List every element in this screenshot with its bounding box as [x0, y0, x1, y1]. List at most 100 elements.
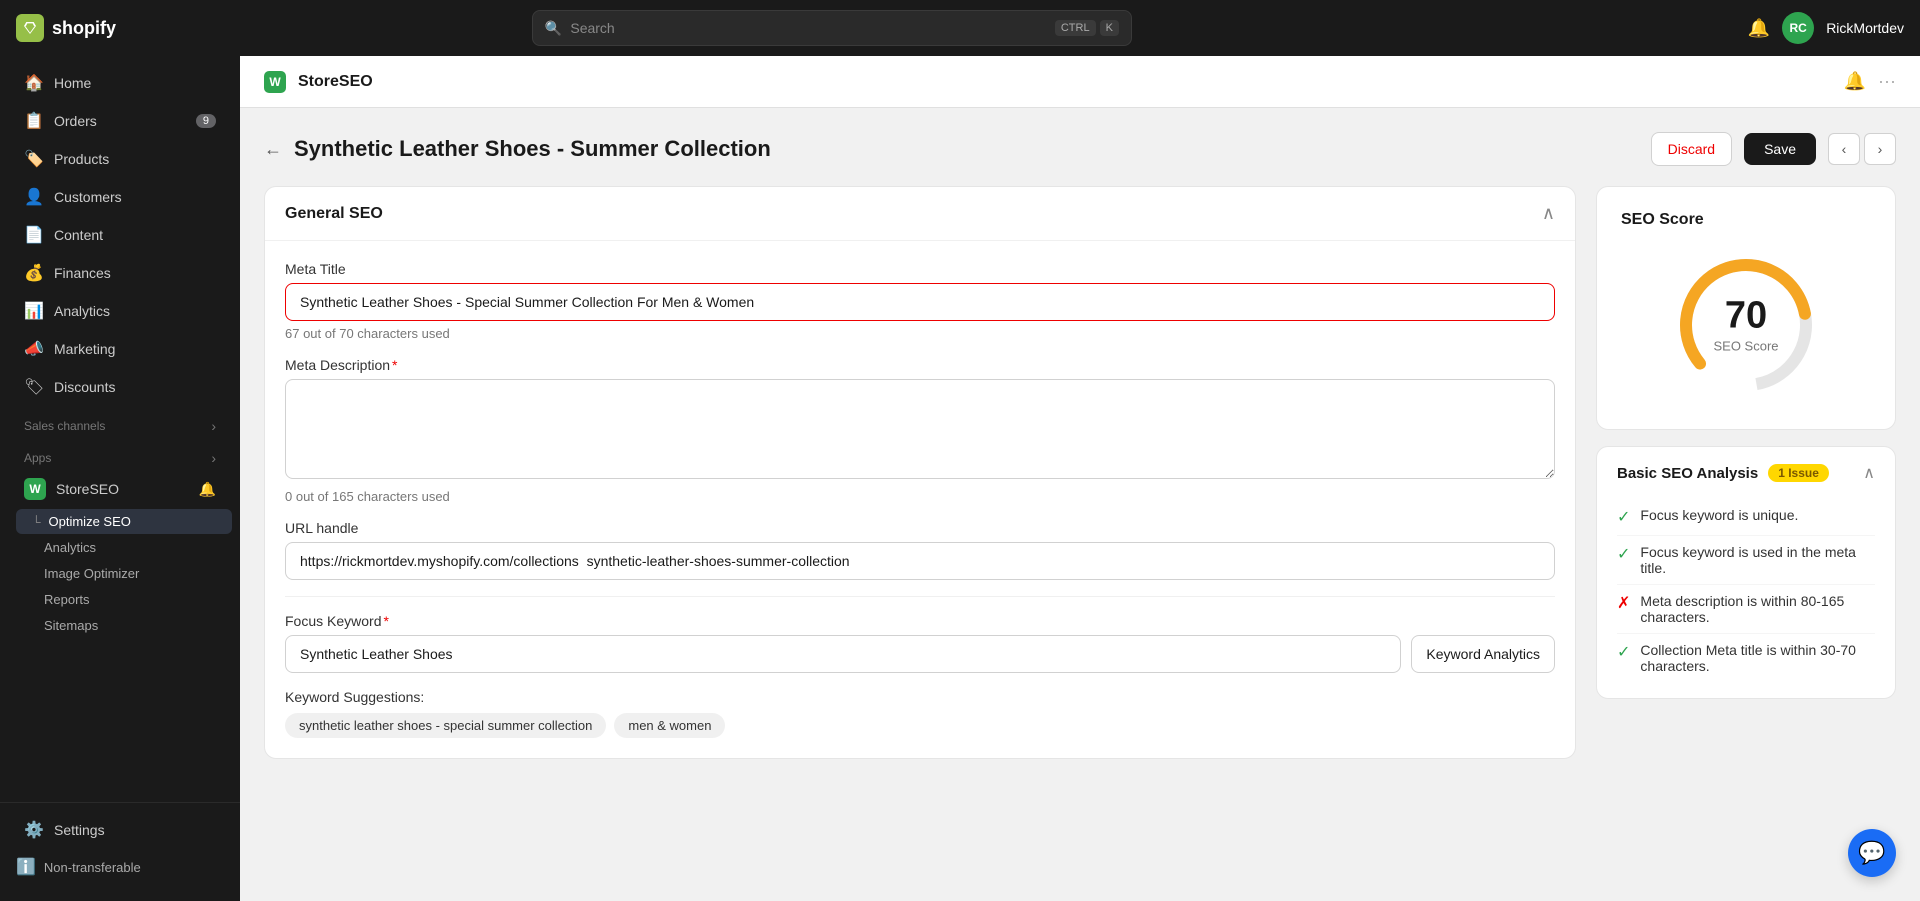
- k-key: K: [1100, 20, 1119, 36]
- general-seo-body: Meta Title 67 out of 70 characters used …: [265, 241, 1575, 758]
- products-icon: 🏷️: [24, 149, 44, 169]
- seo-gauge-center: 70 SEO Score: [1713, 297, 1778, 354]
- meta-desc-input[interactable]: [285, 379, 1555, 479]
- sidebar-label-customers: Customers: [54, 189, 122, 205]
- page-content: ← Synthetic Leather Shoes - Summer Colle…: [240, 108, 1920, 901]
- sidebar-sub-image-optimizer[interactable]: Image Optimizer: [16, 561, 232, 586]
- sitemaps-label: Sitemaps: [44, 618, 98, 633]
- nav-arrows: ‹ ›: [1828, 133, 1896, 165]
- next-arrow-button[interactable]: ›: [1864, 133, 1896, 165]
- apps-section: Apps ›: [0, 438, 240, 470]
- home-icon: 🏠: [24, 73, 44, 93]
- ctrl-key: CTRL: [1055, 20, 1096, 36]
- analysis-header: Basic SEO Analysis 1 Issue ∧: [1597, 447, 1895, 499]
- page-title: Synthetic Leather Shoes - Summer Collect…: [294, 136, 1639, 162]
- focus-keyword-input[interactable]: [285, 635, 1401, 673]
- info-icon: ℹ️: [16, 857, 36, 877]
- sidebar: 🏠 Home 📋 Orders 9 🏷️ Products 👤 Customer…: [0, 56, 240, 901]
- sidebar-label-products: Products: [54, 151, 109, 167]
- content-area: W StoreSEO 🔔 ··· ← Synthetic Leather Sho…: [240, 56, 1920, 901]
- meta-desc-hint: 0 out of 165 characters used: [285, 489, 1555, 504]
- page-title-row: ← Synthetic Leather Shoes - Summer Colle…: [264, 132, 1896, 166]
- meta-title-wrapper: [285, 283, 1555, 321]
- notification-icon[interactable]: 🔔: [1748, 18, 1770, 39]
- sidebar-item-content[interactable]: 📄 Content: [8, 217, 232, 253]
- storeseo-bell-icon[interactable]: 🔔: [199, 481, 216, 498]
- topbar-right: 🔔 RC RickMortdev: [1748, 12, 1904, 44]
- analysis-text-0: Focus keyword is unique.: [1640, 507, 1798, 523]
- meta-title-input[interactable]: [285, 283, 1555, 321]
- sales-channels-chevron[interactable]: ›: [211, 418, 216, 434]
- sidebar-item-analytics[interactable]: 📊 Analytics: [8, 293, 232, 329]
- analysis-collapse-btn[interactable]: ∧: [1863, 463, 1875, 483]
- keyword-tags: synthetic leather shoes - special summer…: [285, 713, 1555, 738]
- meta-title-label: Meta Title: [285, 261, 1555, 277]
- keyword-tag-0[interactable]: synthetic leather shoes - special summer…: [285, 713, 606, 738]
- prev-arrow-button[interactable]: ‹: [1828, 133, 1860, 165]
- general-seo-title: General SEO: [285, 205, 383, 223]
- sidebar-item-products[interactable]: 🏷️ Products: [8, 141, 232, 177]
- meta-desc-label: Meta Description*: [285, 357, 1555, 373]
- sidebar-item-home[interactable]: 🏠 Home: [8, 65, 232, 101]
- seo-score-title: SEO Score: [1621, 211, 1704, 229]
- app-header: W StoreSEO 🔔 ···: [240, 56, 1920, 108]
- chat-bubble[interactable]: 💬: [1848, 829, 1896, 877]
- check-fail-icon-2: ✗: [1617, 593, 1630, 613]
- sidebar-item-orders[interactable]: 📋 Orders 9: [8, 103, 232, 139]
- apps-chevron[interactable]: ›: [211, 450, 216, 466]
- back-arrow[interactable]: ←: [264, 139, 282, 160]
- sidebar-sub-reports[interactable]: Reports: [16, 587, 232, 612]
- reports-label: Reports: [44, 592, 90, 607]
- side-column: SEO Score 70 SEO Score: [1596, 186, 1896, 715]
- analysis-body: ✓ Focus keyword is unique. ✓ Focus keywo…: [1597, 499, 1895, 698]
- seo-score-card: SEO Score 70 SEO Score: [1596, 186, 1896, 430]
- url-handle-input[interactable]: [285, 542, 1555, 580]
- sidebar-label-orders: Orders: [54, 113, 97, 129]
- meta-title-hint: 67 out of 70 characters used: [285, 326, 1555, 341]
- general-seo-card: General SEO ∧ Meta Title 67 out of 70 ch…: [264, 186, 1576, 759]
- optimize-seo-label: Optimize SEO: [49, 514, 131, 529]
- customers-icon: 👤: [24, 187, 44, 207]
- sidebar-sub-analytics[interactable]: Analytics: [16, 535, 232, 560]
- analysis-item-0: ✓ Focus keyword is unique.: [1617, 499, 1875, 536]
- image-optimizer-label: Image Optimizer: [44, 566, 139, 581]
- sidebar-item-discounts[interactable]: 🏷 Discounts: [8, 369, 232, 405]
- settings-label: Settings: [54, 822, 105, 838]
- search-icon: 🔍: [545, 20, 562, 37]
- sidebar-bottom: ⚙️ Settings ℹ️ Non-transferable: [0, 802, 240, 893]
- discard-button[interactable]: Discard: [1651, 132, 1732, 166]
- divider: [285, 596, 1555, 597]
- save-button[interactable]: Save: [1744, 133, 1816, 165]
- app-header-logo: W: [264, 71, 286, 93]
- collapse-icon[interactable]: ∧: [1542, 203, 1555, 224]
- analysis-item-2: ✗ Meta description is within 80-165 char…: [1617, 585, 1875, 634]
- sidebar-item-customers[interactable]: 👤 Customers: [8, 179, 232, 215]
- sidebar-item-marketing[interactable]: 📣 Marketing: [8, 331, 232, 367]
- keyword-suggestions-section: Keyword Suggestions: synthetic leather s…: [285, 689, 1555, 738]
- app-header-more-icon[interactable]: ···: [1878, 71, 1896, 92]
- search-shortcut: CTRL K: [1055, 20, 1119, 36]
- search-bar[interactable]: 🔍 CTRL K: [532, 10, 1132, 46]
- general-seo-header: General SEO ∧: [265, 187, 1575, 241]
- url-handle-group: URL handle: [285, 520, 1555, 580]
- sidebar-item-storeseo[interactable]: W StoreSEO 🔔: [8, 471, 232, 507]
- sidebar-item-settings[interactable]: ⚙️ Settings: [8, 812, 232, 848]
- analysis-item-1: ✓ Focus keyword is used in the meta titl…: [1617, 536, 1875, 585]
- keyword-tag-1[interactable]: men & women: [614, 713, 725, 738]
- sidebar-sub-optimize-seo[interactable]: └ Optimize SEO: [16, 509, 232, 534]
- search-input[interactable]: [570, 20, 1046, 36]
- keyword-analytics-button[interactable]: Keyword Analytics: [1411, 635, 1555, 673]
- topbar: shopify 🔍 CTRL K 🔔 RC RickMortdev: [0, 0, 1920, 56]
- sidebar-label-analytics: Analytics: [54, 303, 110, 319]
- storeseo-label: StoreSEO: [56, 481, 119, 497]
- sidebar-sub-sitemaps[interactable]: Sitemaps: [16, 613, 232, 638]
- check-ok-icon-3: ✓: [1617, 642, 1630, 662]
- keyword-row: Keyword Analytics: [285, 635, 1555, 673]
- discounts-icon: 🏷: [24, 377, 44, 397]
- sidebar-item-finances[interactable]: 💰 Finances: [8, 255, 232, 291]
- username: RickMortdev: [1826, 20, 1904, 36]
- basic-seo-card: Basic SEO Analysis 1 Issue ∧ ✓ Focus key…: [1596, 446, 1896, 699]
- chat-icon: 💬: [1858, 840, 1885, 866]
- content-icon: 📄: [24, 225, 44, 245]
- app-header-bell-icon[interactable]: 🔔: [1844, 71, 1866, 92]
